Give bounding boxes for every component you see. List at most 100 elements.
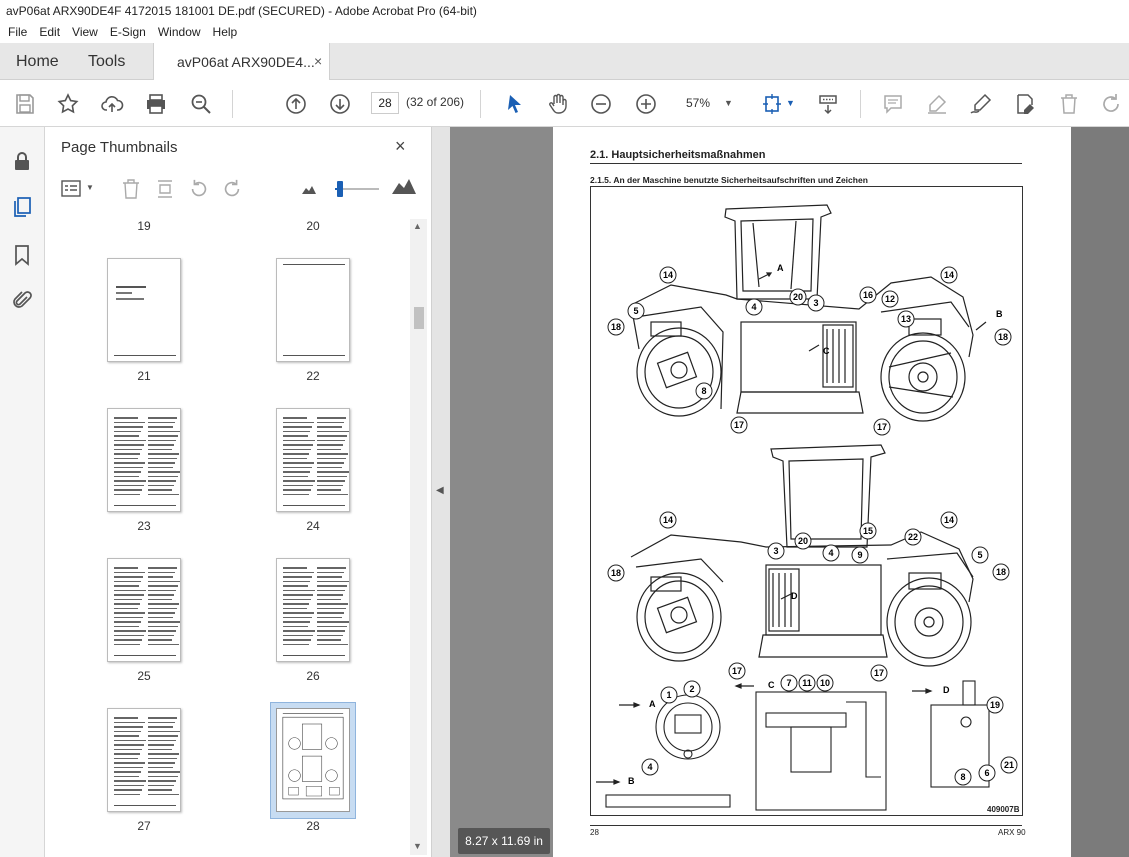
thumbnail-text-line — [283, 417, 307, 419]
options-dropdown-icon[interactable]: ▼ — [86, 183, 94, 192]
thumbnail-size-slider[interactable] — [335, 181, 379, 197]
upload-cloud-icon[interactable] — [99, 91, 125, 117]
close-tab-icon[interactable]: × — [314, 53, 322, 69]
callout-number: 6 — [984, 768, 989, 778]
thumbnail-text-line — [283, 643, 309, 645]
close-panel-icon[interactable]: × — [395, 136, 406, 157]
thumbnail-page-23[interactable] — [107, 408, 181, 512]
thumbnail-scrollbar[interactable]: ▲ ▼ — [410, 219, 427, 855]
next-page-icon[interactable] — [327, 91, 353, 117]
scroll-mode-icon[interactable] — [815, 91, 841, 117]
options-menu-icon[interactable] — [61, 179, 83, 199]
thumbnail-text-line — [114, 480, 146, 482]
rotate-icon[interactable] — [1098, 91, 1124, 117]
sign-icon[interactable] — [968, 91, 994, 117]
thumbnail-text-line — [114, 466, 143, 468]
tab-home[interactable]: Home — [16, 53, 59, 71]
thumbnail-text-line — [317, 589, 345, 591]
thumbnail-text-line — [317, 453, 348, 455]
machine-diagram: 14518420381716 12131418171418320415922145… — [596, 204, 1018, 811]
thumbnail-text-line — [114, 439, 146, 441]
thumbnail-text-line — [148, 489, 172, 491]
thumbnail-footer-line — [114, 655, 176, 656]
thumbnail-text-line — [317, 634, 343, 636]
menu-help[interactable]: Help — [207, 22, 244, 43]
thumbnail-page-27[interactable] — [107, 708, 181, 812]
figure-frame: 14 5 18 4 20 3 8 17 16 12 13 14 18 17 14 18 3 20 4 15 9 22 14 5… — [590, 186, 1023, 816]
previous-page-icon[interactable] — [283, 91, 309, 117]
menu-edit[interactable]: Edit — [33, 22, 66, 43]
page-number-input[interactable]: 28 — [371, 92, 399, 114]
tab-document[interactable]: avP06at ARX90DE4... × — [153, 43, 330, 81]
thumbnail-footer-line — [283, 505, 345, 506]
menu-esign[interactable]: E-Sign — [104, 22, 152, 43]
thumbnail-text-line — [114, 448, 142, 450]
collapse-panel-icon[interactable]: ◀ — [436, 485, 444, 496]
zoom-level-select[interactable]: 57% ▼ — [674, 92, 742, 114]
thumbnail-page-25[interactable] — [107, 558, 181, 662]
delete-icon[interactable] — [1056, 91, 1082, 117]
thumbnail-page-21[interactable] — [107, 258, 181, 362]
thumbnail-text-line — [148, 598, 172, 600]
comment-icon[interactable] — [880, 91, 906, 117]
scroll-down-icon[interactable]: ▼ — [413, 841, 422, 851]
zoom-out-icon[interactable] — [588, 91, 614, 117]
thumbnail-size-slider-handle[interactable] — [337, 181, 343, 197]
zoom-in-icon[interactable] — [633, 91, 659, 117]
thumbnail-text-line — [148, 567, 177, 569]
select-cursor-icon[interactable] — [502, 91, 528, 117]
menu-window[interactable]: Window — [152, 22, 207, 43]
thumbnail-page-22[interactable] — [276, 258, 350, 362]
thumbnail-page-28-selected[interactable] — [270, 702, 356, 819]
thumbnail-large-icon[interactable] — [392, 178, 416, 194]
callout-number: 17 — [734, 420, 744, 430]
panel-collapse-strip[interactable]: ◀ — [432, 127, 450, 857]
bookmark-star-icon[interactable] — [55, 91, 81, 117]
thumbnail-text-line — [283, 607, 307, 609]
thumbnail-text-line — [283, 435, 308, 437]
thumbnail-text-line — [317, 471, 349, 473]
highlight-pen-icon[interactable] — [924, 91, 950, 117]
zoom-search-icon[interactable] — [188, 91, 214, 117]
thumbnail-text-line — [283, 634, 313, 636]
thumbnail-page-26[interactable] — [276, 558, 350, 662]
thumbnail-text-line — [317, 567, 346, 569]
callout-number: 5 — [977, 550, 982, 560]
extract-page-icon[interactable] — [155, 178, 175, 200]
thumbnail-text-line — [114, 748, 142, 750]
rotate-left-icon[interactable] — [188, 178, 210, 200]
thumbnail-text-line — [148, 589, 176, 591]
menu-file[interactable]: File — [2, 22, 33, 43]
thumbnail-text-line — [283, 598, 311, 600]
thumbnail-text-line — [114, 744, 144, 746]
thumbnail-small-icon[interactable] — [302, 184, 316, 194]
bookmark-icon[interactable] — [10, 243, 34, 267]
document-viewer[interactable]: 2.1. Hauptsicherheitsmaßnahmen 2.1.5. An… — [450, 127, 1129, 857]
attachment-icon[interactable] — [10, 289, 34, 313]
thumbnail-text-line — [114, 621, 141, 623]
print-icon[interactable] — [143, 91, 169, 117]
callout-number: 1 — [666, 690, 671, 700]
delete-page-icon[interactable] — [121, 178, 141, 200]
save-icon[interactable] — [12, 91, 38, 117]
lock-icon[interactable] — [10, 149, 34, 173]
edit-text-icon[interactable] — [1012, 91, 1038, 117]
page-thumbnails-icon[interactable] — [10, 195, 34, 219]
fit-page-icon[interactable] — [760, 91, 786, 117]
page-footer-number: 28 — [590, 828, 599, 837]
menu-view[interactable]: View — [66, 22, 104, 43]
thumbnail-text-line — [148, 444, 174, 446]
tab-tools[interactable]: Tools — [88, 53, 125, 71]
thumbnail-text-line — [148, 771, 180, 773]
thumbnail-text-line — [114, 730, 141, 732]
thumbnail-page-24[interactable] — [276, 408, 350, 512]
thumbnail-text-line — [114, 462, 145, 464]
scroll-up-icon[interactable]: ▲ — [413, 221, 422, 231]
hand-tool-icon[interactable] — [545, 91, 571, 117]
fit-dropdown-icon[interactable]: ▼ — [786, 98, 795, 108]
scrollbar-handle[interactable] — [414, 307, 424, 329]
rotate-right-icon[interactable] — [221, 178, 243, 200]
thumbnail-text-line — [317, 576, 342, 578]
thumbnail-text-line — [148, 439, 176, 441]
panel-title: Page Thumbnails — [61, 139, 178, 156]
